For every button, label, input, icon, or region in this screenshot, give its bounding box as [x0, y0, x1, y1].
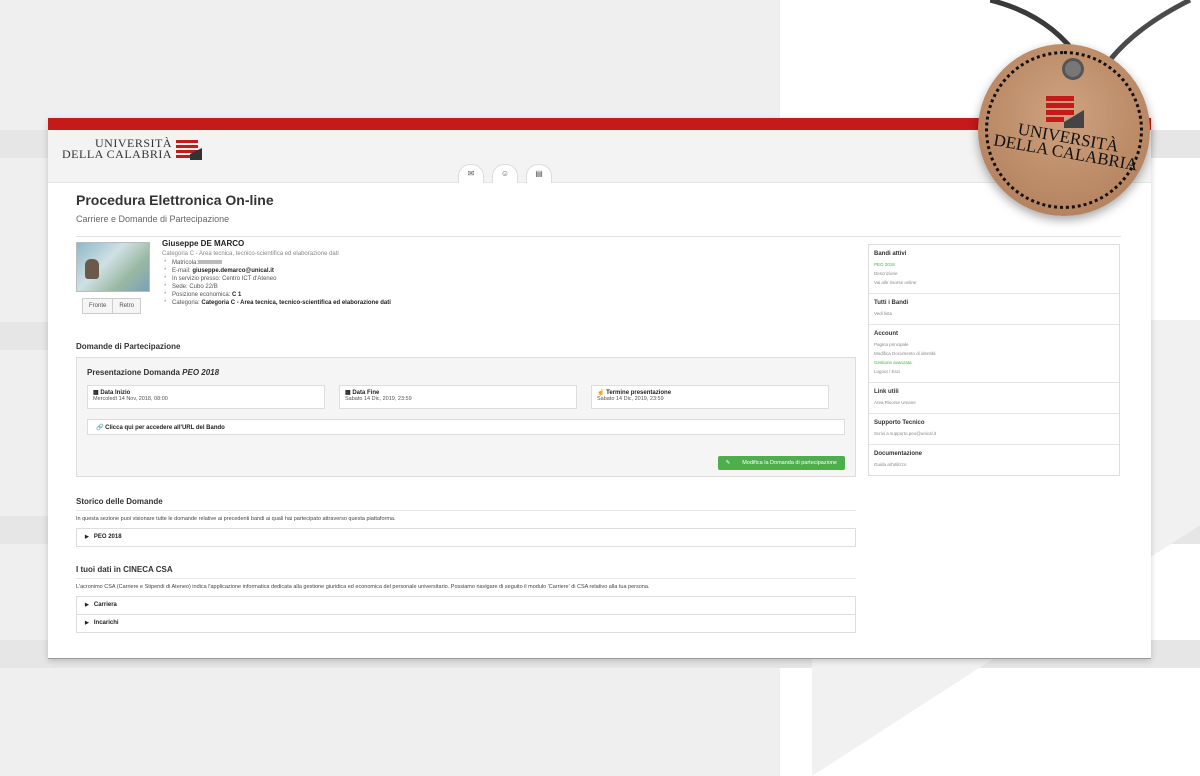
page-subtitle: Carriere e Domande di Partecipazione — [76, 214, 1121, 237]
domanda-panel-title: Presentazione Domanda PEO 2018 — [87, 368, 220, 377]
sidebar-link[interactable]: Guida all'utilizzo — [874, 460, 1114, 469]
storico-accordion: ▶ PEO 2018 — [76, 528, 856, 547]
cineca-description: L'acronimo CSA (Carriere e Stipendi di A… — [76, 584, 650, 590]
sidebar-account: Account Pagina principale Modifica Docum… — [869, 325, 1119, 383]
id-front-button[interactable]: Fronte — [83, 299, 112, 313]
sidebar-link[interactable]: Vai alle risorse online — [874, 278, 1114, 287]
sidebar-link[interactable]: PEO 2018 — [874, 260, 1114, 269]
users-icon[interactable]: ☺ — [492, 164, 518, 183]
sidebar-link[interactable]: Scrivi a supporto.peo@unical.it — [874, 429, 1114, 438]
brand-tag: UNIVERSITÀ DELLA CALABRIA — [978, 44, 1150, 216]
date-cards: ▦ Data Inizio Mercoledì 14 Nov, 2018, 08… — [87, 385, 845, 409]
calendar-icon[interactable]: ▤ — [526, 164, 552, 183]
accordion-item[interactable]: ▶ PEO 2018 — [77, 529, 855, 546]
bando-url-link[interactable]: 🔗 Clicca qui per accedere all'URL del Ba… — [87, 419, 845, 435]
profile-info: Giuseppe DE MARCO Categoria C - Area tec… — [162, 239, 391, 308]
storico-section: Storico delle Domande In questa sezione … — [76, 497, 856, 547]
sidebar: Bandi attivi PEO 2018 Descrizione Vai al… — [868, 244, 1120, 476]
profile-matricola: Matricola: — [164, 259, 391, 267]
id-document-image[interactable] — [76, 242, 150, 292]
domande-section-title: Domande di Partecipazione — [76, 342, 181, 351]
left-column: Fronte Retro Giuseppe DE MARCO Categoria… — [76, 239, 856, 633]
sidebar-link[interactable]: Descrizione — [874, 269, 1114, 278]
termine-card: ☝ Termine presentazione Sabato 14 Dic, 2… — [591, 385, 829, 409]
sidebar-link[interactable]: Gestione avanzata — [874, 358, 1114, 367]
cineca-title: I tuoi dati in CINECA CSA — [76, 565, 856, 579]
data-fine-card: ▦ Data Fine Sabato 14 Dic, 2019, 23:59 — [339, 385, 577, 409]
e-mail-icon[interactable]: ✉︎ — [458, 164, 484, 183]
app-window: UNIVERSITÀ DELLA CALABRIA ✉︎ ☺ ▤ Procedu… — [48, 118, 1151, 659]
profile-sede: Sede: Cubo 22/B — [164, 283, 391, 291]
edit-icon: ✎ — [725, 460, 731, 466]
logo-line-2: DELLA CALABRIA — [62, 147, 172, 161]
storico-title: Storico delle Domande — [76, 497, 856, 511]
data-inizio-card: ▦ Data Inizio Mercoledì 14 Nov, 2018, 08… — [87, 385, 325, 409]
accordion-item[interactable]: ▶ Carriera — [77, 597, 855, 614]
logo-mark-icon — [176, 138, 202, 160]
profile-card: Fronte Retro Giuseppe DE MARCO Categoria… — [76, 239, 856, 342]
storico-description: In questa sezione puoi visionare tutte l… — [76, 516, 396, 522]
id-back-button[interactable]: Retro — [112, 299, 140, 313]
accordion-item[interactable]: ▶ Incarichi — [77, 614, 855, 632]
cineca-section: I tuoi dati in CINECA CSA L'acronimo CSA… — [76, 565, 856, 633]
caret-right-icon: ▶ — [85, 602, 89, 608]
sidebar-link[interactable]: Pagina principale — [874, 340, 1114, 349]
link-icon: 🔗 — [96, 425, 106, 431]
sidebar-tutti-bandi: Tutti i Bandi Vedi lista — [869, 294, 1119, 325]
sidebar-supporto: Supporto Tecnico Scrivi a supporto.peo@u… — [869, 414, 1119, 445]
caret-right-icon: ▶ — [85, 620, 89, 626]
sidebar-link[interactable]: Vedi lista — [874, 309, 1114, 318]
profile-servizio: In servizio presso: Centro ICT d'Ateneo — [164, 275, 391, 283]
sidebar-link[interactable]: Modifica Documento di identità — [874, 349, 1114, 358]
tag-hole — [1062, 58, 1084, 80]
sidebar-link[interactable]: Logout / Esci — [874, 367, 1114, 376]
modify-application-button[interactable]: ✎ Modifica la Domanda di partecipazione — [717, 456, 845, 470]
id-side-toggle: Fronte Retro — [82, 298, 142, 314]
university-logo[interactable]: UNIVERSITÀ DELLA CALABRIA — [62, 137, 202, 161]
header-nav: ✉︎ ☺ ▤ — [458, 164, 552, 183]
main-content: Procedura Elettronica On-line Carriere e… — [76, 182, 1121, 633]
cineca-accordion: ▶ Carriera ▶ Incarichi — [76, 596, 856, 633]
domanda-panel: Presentazione Domanda PEO 2018 ▦ Data In… — [76, 357, 856, 477]
sidebar-link-utili: Link utili Area Risorse Umane — [869, 383, 1119, 414]
caret-right-icon: ▶ — [85, 534, 89, 540]
profile-posizione: Posizione economica: C 1 — [164, 291, 391, 299]
sidebar-link[interactable]: Area Risorse Umane — [874, 398, 1114, 407]
profile-email: E-mail: giuseppe.demarco@unical.it — [164, 267, 391, 275]
profile-category: Categoria C - Area tecnica, tecnico-scie… — [162, 251, 339, 257]
profile-categoria: Categoria: Categoria C - Area tecnica, t… — [164, 299, 391, 307]
sidebar-documentazione: Documentazione Guida all'utilizzo — [869, 445, 1119, 475]
sidebar-bandi-attivi: Bandi attivi PEO 2018 Descrizione Vai al… — [869, 245, 1119, 294]
page-title: Procedura Elettronica On-line — [76, 192, 274, 208]
profile-name: Giuseppe DE MARCO — [162, 239, 245, 248]
